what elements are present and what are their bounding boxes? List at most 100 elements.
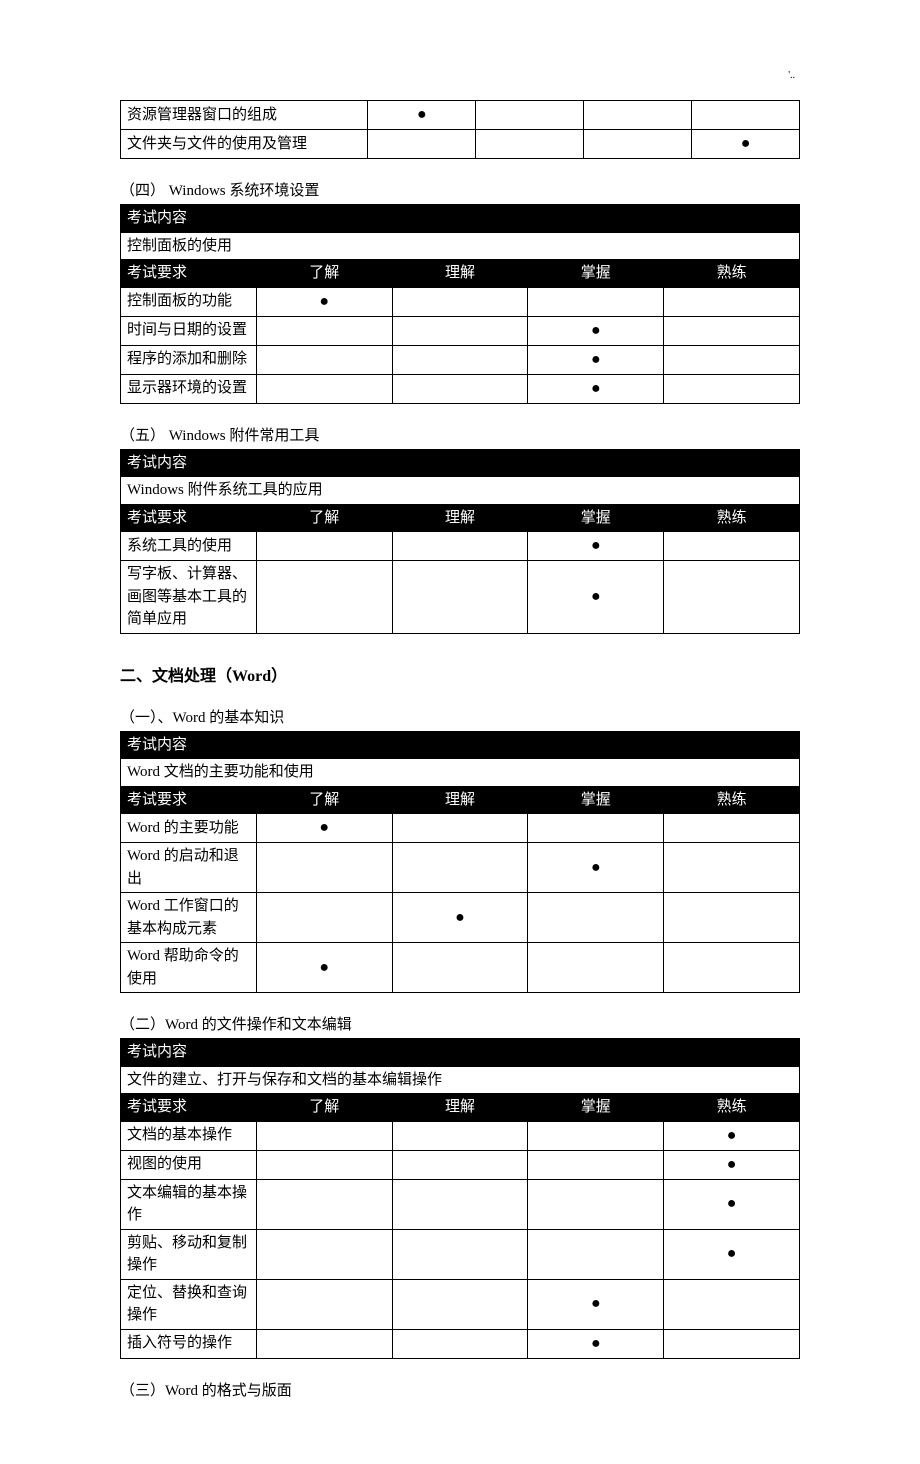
mark-cell: ● (392, 893, 528, 943)
header-content: 考试内容 (121, 731, 800, 759)
mark-cell (256, 1121, 392, 1150)
row-label: 控制面板的功能 (121, 287, 257, 316)
mark-cell (392, 1229, 528, 1279)
mark-cell (664, 316, 800, 345)
header-level: 理解 (392, 1094, 528, 1122)
row-label: 系统工具的使用 (121, 532, 257, 561)
header-req: 考试要求 (121, 260, 257, 288)
mark-cell (392, 814, 528, 843)
row-label: Word 的启动和退出 (121, 843, 257, 893)
content-desc: 控制面板的使用 (121, 232, 800, 260)
mark-cell (392, 1150, 528, 1179)
mark-cell (528, 1179, 664, 1229)
mark-cell (256, 1229, 392, 1279)
mark-cell (664, 1329, 800, 1358)
mark-cell (664, 561, 800, 634)
mark-cell: ● (664, 1229, 800, 1279)
section-title: （四） Windows 系统环境设置 (120, 179, 800, 200)
mark-cell: ● (256, 943, 392, 993)
row-label: 文本编辑的基本操作 (121, 1179, 257, 1229)
section-title: （五） Windows 附件常用工具 (120, 424, 800, 445)
mark-cell: ● (528, 374, 664, 403)
header-level: 理解 (392, 786, 528, 814)
mark-cell: ● (368, 101, 476, 130)
header-level: 熟练 (664, 786, 800, 814)
mark-cell (664, 843, 800, 893)
header-level: 理解 (392, 260, 528, 288)
header-content: 考试内容 (121, 1039, 800, 1067)
mark-cell (392, 1279, 528, 1329)
mark-cell (664, 374, 800, 403)
mark-cell (664, 345, 800, 374)
mark-cell (392, 943, 528, 993)
mark-cell: ● (664, 1150, 800, 1179)
mark-cell (256, 893, 392, 943)
section-title: （二）Word 的文件操作和文本编辑 (120, 1013, 800, 1034)
row-label: 定位、替换和查询操作 (121, 1279, 257, 1329)
mark-cell (692, 101, 800, 130)
heading-word: 二、文档处理（Word） (120, 662, 800, 686)
mark-cell (528, 893, 664, 943)
mark-cell (392, 561, 528, 634)
mark-cell: ● (528, 345, 664, 374)
row-label: 写字板、计算器、画图等基本工具的简单应用 (121, 561, 257, 634)
header-level: 掌握 (528, 1094, 664, 1122)
mark-cell (392, 287, 528, 316)
mark-cell: ● (256, 814, 392, 843)
mark-cell (664, 893, 800, 943)
header-req: 考试要求 (121, 504, 257, 532)
row-label: 剪贴、移动和复制操作 (121, 1229, 257, 1279)
mark-cell (476, 130, 584, 159)
mark-cell (528, 287, 664, 316)
header-level: 熟练 (664, 504, 800, 532)
mark-cell: ● (664, 1179, 800, 1229)
header-req: 考试要求 (121, 786, 257, 814)
mark-cell (392, 374, 528, 403)
row-label: 显示器环境的设置 (121, 374, 257, 403)
row-label: Word 的主要功能 (121, 814, 257, 843)
header-level: 了解 (256, 504, 392, 532)
header-level: 掌握 (528, 504, 664, 532)
content-desc: Windows 附件系统工具的应用 (121, 477, 800, 505)
mark-cell (528, 1150, 664, 1179)
mark-cell (664, 814, 800, 843)
content-desc: 文件的建立、打开与保存和文档的基本编辑操作 (121, 1066, 800, 1094)
mark-cell (256, 1150, 392, 1179)
mark-cell (392, 532, 528, 561)
header-level: 掌握 (528, 260, 664, 288)
page-mark: '.. (788, 70, 795, 81)
header-level: 掌握 (528, 786, 664, 814)
row-label: 时间与日期的设置 (121, 316, 257, 345)
mark-cell: ● (256, 287, 392, 316)
mark-cell (256, 1179, 392, 1229)
header-req: 考试要求 (121, 1094, 257, 1122)
mark-cell (528, 1229, 664, 1279)
section-title: （一）、Word 的基本知识 (120, 706, 800, 727)
header-level: 熟练 (664, 260, 800, 288)
header-level: 了解 (256, 260, 392, 288)
mark-cell (392, 316, 528, 345)
mark-cell (256, 843, 392, 893)
mark-cell (664, 1279, 800, 1329)
mark-cell (368, 130, 476, 159)
header-level: 了解 (256, 786, 392, 814)
mark-cell (256, 561, 392, 634)
mark-cell (584, 130, 692, 159)
mark-cell: ● (528, 561, 664, 634)
mark-cell: ● (664, 1121, 800, 1150)
content-desc: Word 文档的主要功能和使用 (121, 759, 800, 787)
heading-trailing: （三）Word 的格式与版面 (120, 1379, 800, 1400)
mark-cell (256, 1329, 392, 1358)
mark-cell: ● (528, 532, 664, 561)
row-label: 文档的基本操作 (121, 1121, 257, 1150)
mark-cell (664, 287, 800, 316)
section-table: 考试内容控制面板的使用考试要求了解理解掌握熟练控制面板的功能●时间与日期的设置●… (120, 204, 800, 404)
header-content: 考试内容 (121, 449, 800, 477)
mark-cell (392, 1121, 528, 1150)
mark-cell (392, 1179, 528, 1229)
header-level: 了解 (256, 1094, 392, 1122)
section-table: 考试内容Word 文档的主要功能和使用考试要求了解理解掌握熟练 Word 的主要功… (120, 731, 800, 994)
mark-cell (528, 1121, 664, 1150)
mark-cell (392, 345, 528, 374)
header-level: 熟练 (664, 1094, 800, 1122)
